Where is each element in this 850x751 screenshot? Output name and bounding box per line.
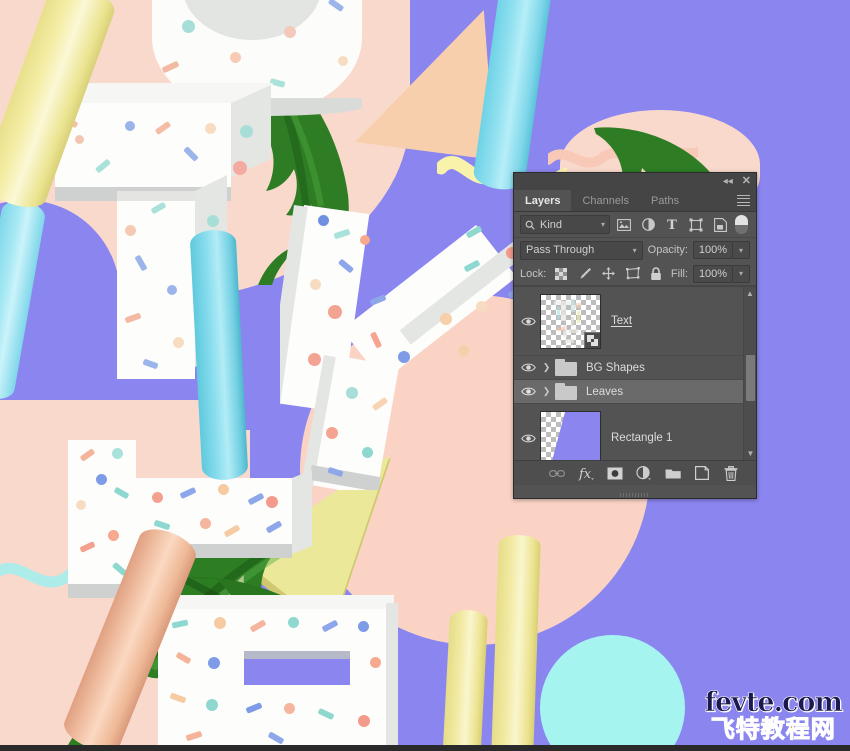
filter-enable-toggle[interactable] (735, 215, 748, 234)
fill-input[interactable]: 100% (693, 264, 734, 283)
watermark-chinese-text: 飞特教程网 (710, 715, 836, 743)
opacity-stepper-icon[interactable]: ▾ (733, 241, 750, 259)
tab-channels-label: Channels (582, 194, 629, 207)
lock-position-icon[interactable] (599, 265, 618, 283)
chevron-down-icon: ▾ (632, 245, 637, 255)
shape-layer-filter-icon[interactable] (686, 215, 706, 234)
pixel-layer-filter-icon[interactable] (614, 215, 634, 234)
scroll-down-icon[interactable]: ▼ (744, 447, 756, 460)
tab-channels[interactable]: Channels (571, 190, 639, 211)
svg-text:T: T (667, 218, 677, 231)
group-twirl-chevron-icon[interactable]: ❯ (540, 386, 553, 397)
smart-object-badge-icon (584, 331, 600, 348)
delete-layer-icon[interactable] (723, 465, 740, 482)
collapse-panel-icon[interactable]: ◂◂ (723, 176, 733, 187)
filter-kind-label: Kind (540, 218, 563, 231)
layer-thumbnail-text[interactable] (540, 293, 601, 349)
blend-mode-select[interactable]: Pass Through ▾ (520, 240, 643, 260)
layer-name-text[interactable]: Text (611, 315, 632, 327)
layer-name-bg-shapes[interactable]: BG Shapes (586, 362, 645, 374)
layer-visibility-eye-icon[interactable] (516, 362, 540, 373)
layer-row-rectangle-1[interactable]: Rectangle 1 (514, 404, 756, 460)
new-layer-icon[interactable] (694, 465, 711, 482)
opacity-input[interactable]: 100% (693, 241, 733, 259)
group-folder-icon (555, 359, 577, 376)
lock-row: Lock: Fill: 100% ▾ (514, 262, 756, 286)
panel-menu-icon[interactable] (737, 195, 750, 206)
letter-e-3d (158, 595, 398, 751)
type-layer-filter-icon[interactable]: T (662, 215, 682, 234)
layer-visibility-eye-icon[interactable] (516, 316, 540, 327)
tab-layers-label: Layers (525, 194, 561, 207)
watermark-english: fevte.com (704, 687, 843, 718)
bottom-edge-bar (0, 745, 850, 751)
scroll-up-icon[interactable]: ▲ (744, 287, 756, 300)
layer-visibility-eye-icon[interactable] (516, 433, 540, 444)
close-panel-icon[interactable]: ✕ (742, 176, 751, 187)
tab-layers[interactable]: Layers (514, 190, 572, 211)
layer-list-scrollbar[interactable]: ▲ ▼ (743, 287, 756, 460)
fill-stepper-icon[interactable]: ▾ (733, 264, 751, 283)
panel-resize-grip[interactable] (620, 493, 650, 497)
chevron-down-icon: ▾ (600, 220, 605, 229)
layer-row-leaves[interactable]: ❯ Leaves (514, 380, 756, 404)
group-folder-icon (555, 383, 577, 400)
fill-label: Fill: (670, 267, 689, 280)
letter-t-3d (55, 75, 285, 380)
scrollbar-thumb[interactable] (746, 355, 755, 401)
layer-name-leaves[interactable]: Leaves (586, 386, 623, 398)
add-layer-style-fx-icon[interactable]: fx (578, 465, 595, 482)
adjustment-layer-filter-icon[interactable] (638, 215, 658, 234)
layer-row-bg-shapes[interactable]: ❯ BG Shapes (514, 356, 756, 380)
fill-value: 100% (698, 267, 728, 280)
watermark-chinese: 飞特教程网 (704, 715, 842, 743)
letter-f-3d (60, 440, 320, 620)
tab-paths[interactable]: Paths (640, 190, 690, 211)
canvas-artboard: ◂◂ ✕ Layers Channels Paths Kind ▾ T Pass… (0, 0, 850, 751)
watermark: fevte.com 飞特教程网 (704, 687, 843, 743)
blend-mode-row: Pass Through ▾ Opacity: 100% ▾ (514, 238, 756, 262)
layers-panel-toolbar: fx (514, 460, 756, 497)
new-adjustment-layer-icon[interactable] (636, 465, 653, 482)
opacity-label: Opacity: (647, 244, 688, 256)
layer-list: Text ❯ BG Shapes ❯ Leaves Rectangle 1 ▲ … (514, 286, 756, 460)
tab-paths-label: Paths (650, 194, 680, 207)
new-group-icon[interactable] (665, 465, 682, 482)
layer-thumbnail-rectangle-1[interactable] (540, 410, 601, 460)
layer-visibility-eye-icon[interactable] (516, 386, 540, 397)
lock-all-icon[interactable] (647, 265, 666, 283)
watermark-english-text: fevte.com (704, 687, 843, 718)
smart-object-filter-icon[interactable] (710, 215, 730, 234)
lock-artboard-nesting-icon[interactable] (623, 265, 642, 283)
add-layer-mask-icon[interactable] (607, 465, 624, 482)
layer-row-text[interactable]: Text (514, 287, 756, 356)
panel-title-bar: ◂◂ ✕ (514, 173, 756, 190)
opacity-value: 100% (698, 244, 728, 256)
layers-panel: ◂◂ ✕ Layers Channels Paths Kind ▾ T Pass… (513, 172, 757, 499)
cyan-circle-shape (540, 635, 685, 751)
svg-text:fx: fx (578, 467, 592, 481)
group-twirl-chevron-icon[interactable]: ❯ (540, 362, 553, 373)
search-icon (525, 220, 535, 230)
filter-kind-select[interactable]: Kind ▾ (520, 215, 610, 234)
layer-name-rectangle-1[interactable]: Rectangle 1 (611, 432, 672, 444)
lock-label: Lock: (520, 267, 547, 280)
yellow-cylinder-bottom-tall (491, 534, 541, 751)
panel-tab-strip: Layers Channels Paths (514, 190, 756, 212)
lock-image-pixels-icon[interactable] (575, 265, 594, 283)
blend-mode-value: Pass Through (526, 244, 595, 256)
link-layers-icon[interactable] (549, 465, 566, 482)
yellow-cylinder-bottom-short (441, 609, 489, 751)
lock-transparent-pixels-icon[interactable] (551, 265, 570, 283)
layer-filter-row: Kind ▾ T (514, 212, 756, 238)
